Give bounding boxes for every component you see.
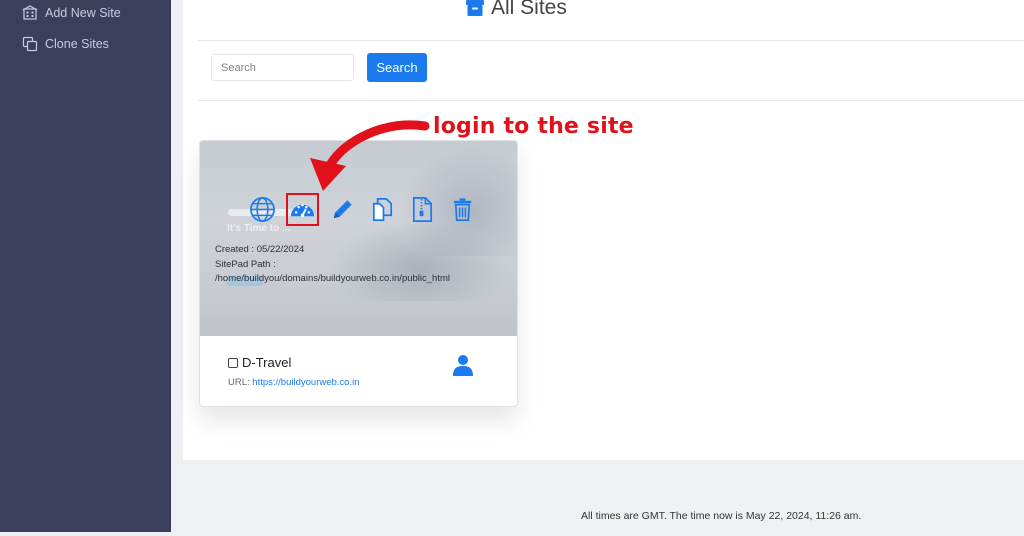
site-name-row: D-Travel (228, 355, 291, 370)
user-icon[interactable] (453, 354, 473, 376)
sidebar-item-label: Clone Sites (45, 37, 109, 51)
footer-time: All times are GMT. The time now is May 2… (581, 510, 862, 522)
globe-icon (250, 197, 275, 222)
sidebar-item-clone-sites[interactable]: Clone Sites (22, 36, 109, 52)
site-select-checkbox[interactable] (228, 357, 238, 368)
divider (198, 40, 1024, 41)
sidebar: Add New Site Clone Sites (0, 0, 171, 532)
created-date: Created : 05/22/2024 (215, 244, 305, 255)
building-icon (22, 5, 38, 21)
sidebar-item-label: Add New Site (45, 6, 121, 20)
annotation-label: login to the site (433, 114, 634, 139)
backup-site-button[interactable] (406, 193, 439, 226)
site-actions (246, 193, 479, 226)
site-url-row: URL: https://buildyourweb.co.in (228, 377, 360, 388)
page-title-text: All Sites (491, 0, 567, 19)
trash-icon (453, 198, 472, 221)
search-input[interactable] (211, 54, 354, 81)
site-url-link[interactable]: https://buildyourweb.co.in (252, 377, 359, 388)
site-card-footer: D-Travel URL: https://buildyourweb.co.in (200, 336, 517, 406)
visit-site-button[interactable] (246, 193, 279, 226)
site-name: D-Travel (242, 355, 292, 370)
edit-site-button[interactable] (326, 193, 359, 226)
clone-site-button[interactable] (366, 193, 399, 226)
search-button[interactable]: Search (367, 53, 427, 82)
clone-icon (22, 36, 38, 52)
site-meta: Created : 05/22/2024 SitePad Path : /hom… (215, 243, 450, 287)
url-label: URL: (228, 377, 250, 388)
clone-icon (372, 198, 393, 221)
sidebar-item-add-new-site[interactable]: Add New Site (22, 5, 121, 21)
zip-file-icon (412, 197, 433, 222)
delete-site-button[interactable] (446, 193, 479, 226)
sitepad-path: /home/buildyou/domains/buildyourweb.co.i… (215, 273, 450, 284)
login-dashboard-button[interactable] (286, 193, 319, 226)
site-thumbnail: It's Time to ... Created : 05/22/2024 Si… (200, 141, 517, 336)
site-card: It's Time to ... Created : 05/22/2024 Si… (199, 140, 518, 407)
sitepad-path-label: SitePad Path : (215, 258, 276, 270)
page-title: All Sites (466, 0, 567, 20)
archive-box-icon (466, 0, 484, 17)
pencil-icon (333, 200, 352, 219)
dashboard-icon (290, 203, 315, 218)
divider (198, 100, 1024, 101)
